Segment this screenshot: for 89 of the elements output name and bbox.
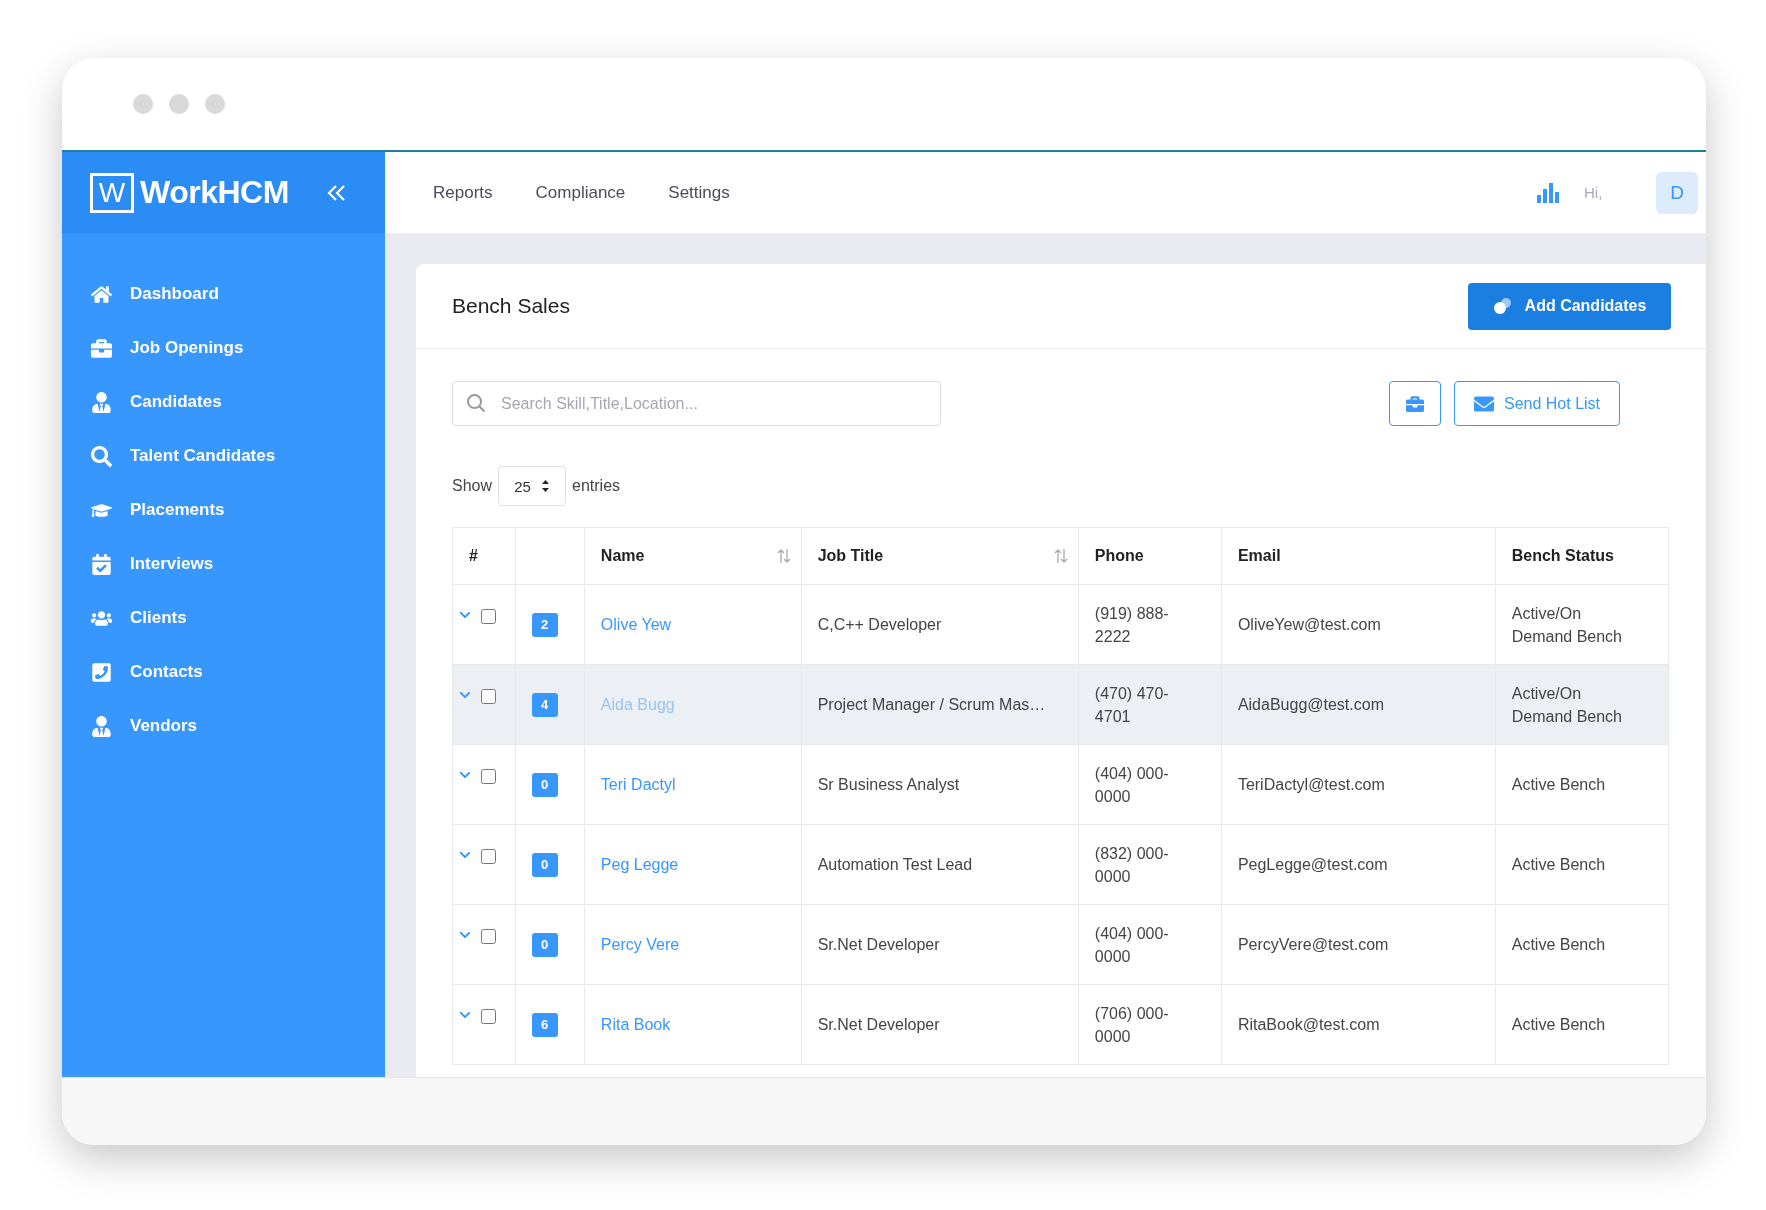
table-cell-text: (919) 888-2222 xyxy=(1094,603,1170,647)
bar-chart-icon[interactable] xyxy=(1536,182,1560,203)
search-field[interactable]: Search Skill,Title,Location... xyxy=(452,381,941,426)
send-hot-list-button[interactable]: Send Hot List xyxy=(1454,381,1620,426)
table-cell-text: Active/On Demand Bench xyxy=(1511,603,1623,647)
nav-link[interactable]: Reports xyxy=(433,182,493,203)
table-cell: OliveYew@test.com xyxy=(1237,616,1381,633)
window-dot-icon xyxy=(169,94,189,114)
toggle-icon xyxy=(1492,297,1513,315)
candidate-name-link[interactable]: Teri Dactyl xyxy=(600,776,676,793)
table-cell-text: Active Bench xyxy=(1511,855,1606,875)
table-cell-text: (706) 000-0000 xyxy=(1094,1003,1170,1047)
table-cell: RitaBook@test.com xyxy=(1237,1016,1380,1033)
table-cell-text: (404) 000-0000 xyxy=(1094,763,1170,807)
page-title: Bench Sales xyxy=(452,294,570,318)
column-header: # xyxy=(452,527,516,585)
row-checkbox[interactable] xyxy=(481,608,496,624)
row-checkbox[interactable] xyxy=(481,848,496,864)
briefcase-button[interactable] xyxy=(1389,381,1441,426)
table-cell-text: Active Bench xyxy=(1511,935,1606,955)
logo-mark: W xyxy=(90,172,134,213)
show-label: Show xyxy=(452,477,493,495)
add-candidates-button[interactable]: Add Candidates xyxy=(1468,282,1671,330)
avatar[interactable]: D xyxy=(1656,171,1698,214)
candidate-name-link[interactable]: Percy Vere xyxy=(600,936,680,953)
sidebar-item[interactable]: Vendors xyxy=(62,699,385,753)
table-cell: Sr Business Analyst xyxy=(817,776,960,793)
home-icon xyxy=(90,283,112,305)
column-header: Bench Status xyxy=(1495,527,1669,585)
table-cell: PercyVere@test.com xyxy=(1237,936,1389,953)
calendar-icon xyxy=(90,553,112,575)
column-header: Email xyxy=(1221,527,1496,585)
table-cell: Automation Test Lead xyxy=(817,856,973,873)
sidebar-item[interactable]: Job Openings xyxy=(62,321,385,375)
greeting: Hi, xyxy=(1584,184,1604,201)
table-cell: AidaBugg@test.com xyxy=(1237,696,1384,713)
sidebar-item[interactable]: Clients xyxy=(62,591,385,645)
table-cell-text: (470) 470-4701 xyxy=(1094,683,1170,727)
table-cell-text: Active Bench xyxy=(1511,775,1606,795)
sidebar-item[interactable]: Talent Candidates xyxy=(62,429,385,483)
table-cell-text: (404) 000-0000 xyxy=(1094,923,1170,967)
table-cell-text: Active/On Demand Bench xyxy=(1511,683,1623,727)
table-cell: PegLegge@test.com xyxy=(1237,856,1388,873)
row-checkbox[interactable] xyxy=(481,1008,496,1024)
nav-link[interactable]: Settings xyxy=(668,182,730,203)
phone-icon xyxy=(90,661,112,683)
count-badge: 0 xyxy=(531,852,558,877)
sidebar-item[interactable]: Candidates xyxy=(62,375,385,429)
candidate-name-link[interactable]: Peg Legge xyxy=(600,856,679,873)
column-header: Phone xyxy=(1078,527,1222,585)
nav-link[interactable]: Compliance xyxy=(535,182,626,203)
sidebar-item[interactable]: Contacts xyxy=(62,645,385,699)
row-checkbox[interactable] xyxy=(481,688,496,704)
table-cell: C,C++ Developer xyxy=(817,616,942,633)
count-badge: 2 xyxy=(531,612,558,637)
entries-label: entries xyxy=(572,477,621,495)
entries-select[interactable]: 25 xyxy=(498,466,567,506)
table-cell: TeriDactyl@test.com xyxy=(1237,776,1385,793)
user-icon xyxy=(90,715,112,737)
sort-icon[interactable] xyxy=(1053,548,1068,564)
candidate-name-link[interactable]: Olive Yew xyxy=(600,616,672,633)
search-icon xyxy=(466,393,486,413)
window-dot-icon xyxy=(133,94,153,114)
candidate-name-link[interactable]: Rita Book xyxy=(600,1016,671,1033)
briefcase-icon xyxy=(90,337,112,359)
candidate-name-link[interactable]: Aida Bugg xyxy=(600,696,675,713)
sidebar-item[interactable]: Interviews xyxy=(62,537,385,591)
count-badge: 6 xyxy=(531,1012,558,1037)
column-header[interactable]: Job Title xyxy=(801,527,1079,585)
count-badge: 4 xyxy=(531,692,558,717)
briefcase-icon xyxy=(1406,394,1424,413)
count-badge: 0 xyxy=(531,772,558,797)
sort-arrows-icon xyxy=(540,479,550,493)
table-cell-text: Active Bench xyxy=(1511,1015,1606,1035)
table-cell-text: (832) 000-0000 xyxy=(1094,843,1170,887)
user-icon xyxy=(90,391,112,413)
row-checkbox[interactable] xyxy=(481,928,496,944)
row-checkbox[interactable] xyxy=(481,768,496,784)
table-cell: Sr.Net Developer xyxy=(817,1016,940,1033)
table-cell: Sr.Net Developer xyxy=(817,936,940,953)
brand-name: WorkHCM xyxy=(140,174,289,211)
search-icon xyxy=(90,445,112,467)
window-dot-icon xyxy=(205,94,225,114)
table-cell: Project Manager / Scrum Mas… xyxy=(817,696,1046,713)
count-badge: 0 xyxy=(531,932,558,957)
sidebar-item[interactable]: Placements xyxy=(62,483,385,537)
sidebar-item[interactable]: Dashboard xyxy=(62,267,385,321)
column-header[interactable]: Name xyxy=(584,527,802,585)
sort-icon[interactable] xyxy=(776,548,791,564)
